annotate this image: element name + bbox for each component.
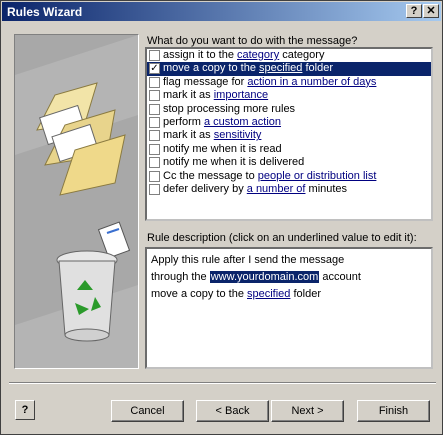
actions-listbox[interactable]: assign it to the category category ✓ move … (145, 47, 433, 221)
action-text: perform (163, 115, 204, 128)
specified-folder-link[interactable]: specified (247, 288, 290, 300)
action-item[interactable]: stop processing more rules (147, 103, 431, 116)
action-text: notify me when it is delivered (163, 156, 305, 169)
description-line-3-suffix: folder (290, 288, 321, 300)
action-link[interactable]: a number of (247, 183, 306, 195)
description-line-3: move a copy to the specified folder (151, 286, 427, 303)
action-text-suffix: minutes (305, 182, 348, 195)
action-item[interactable]: defer delivery by a number of minutes (147, 183, 431, 196)
action-text: move a copy to the (163, 62, 259, 75)
action-checkbox[interactable] (149, 50, 160, 61)
cancel-button[interactable]: Cancel (111, 400, 184, 422)
action-text: flag message for (163, 75, 248, 88)
close-button[interactable]: ✕ (423, 4, 439, 18)
action-link[interactable]: category (237, 49, 279, 61)
action-checkbox[interactable] (149, 103, 160, 115)
action-checkbox[interactable] (149, 90, 160, 102)
action-checkbox[interactable] (149, 76, 160, 88)
action-text: Cc the message to (163, 169, 258, 182)
button-separator (9, 382, 436, 384)
description-line-2-prefix: through the (151, 271, 210, 283)
action-link[interactable]: importance (214, 89, 268, 101)
finish-button[interactable]: Finish (357, 400, 430, 422)
action-link[interactable]: sensitivity (214, 129, 262, 141)
description-line-2-suffix: account (319, 271, 361, 283)
action-text: defer delivery by (163, 182, 247, 195)
action-item[interactable]: ✓ move a copy to the specified folder (147, 62, 431, 76)
rule-description-box: Apply this rule after I send the message… (145, 247, 433, 369)
action-item[interactable]: notify me when it is delivered (147, 156, 431, 169)
rules-wizard-window: Rules Wizard ? ✕ What do you want to do … (0, 0, 443, 435)
back-button[interactable]: < Back (196, 400, 269, 422)
question-text: What do you want to do with the message? (147, 35, 358, 47)
action-text: mark it as (163, 89, 214, 102)
action-checkbox[interactable] (149, 143, 160, 155)
action-checkbox[interactable]: ✓ (149, 63, 160, 75)
account-link[interactable]: www.yourdomain.com (209, 271, 320, 283)
description-line-2: through the www.yourdomain.com account (151, 269, 427, 286)
folders-trash-illustration (15, 35, 138, 368)
action-text-suffix: category (279, 49, 325, 61)
action-text: assign it to the (163, 49, 237, 61)
wizard-illustration (14, 34, 139, 369)
action-checkbox[interactable] (149, 170, 160, 182)
action-link[interactable]: people or distribution list (258, 170, 377, 182)
help-button[interactable]: ? (15, 400, 35, 420)
action-item[interactable]: notify me when it is read (147, 143, 431, 156)
window-title: Rules Wizard (7, 5, 83, 19)
action-item[interactable]: perform a custom action (147, 116, 431, 129)
action-item[interactable]: flag message for action in a number of d… (147, 76, 431, 89)
action-text-suffix: folder (302, 62, 333, 75)
action-checkbox[interactable] (149, 183, 160, 195)
question-label: What do you want to do with the message? (147, 35, 357, 47)
action-text: notify me when it is read (163, 142, 282, 155)
action-text: stop processing more rules (163, 102, 296, 115)
title-bar: Rules Wizard ? ✕ (2, 2, 441, 21)
action-link[interactable]: action in a number of days (247, 76, 376, 88)
action-link[interactable]: specified (259, 62, 302, 74)
action-item[interactable]: Cc the message to people or distribution… (147, 170, 431, 183)
recycle-bin-icon (56, 250, 118, 342)
next-button[interactable]: Next > (271, 400, 344, 422)
action-checkbox[interactable] (149, 116, 160, 128)
action-text: mark it as (163, 129, 214, 142)
help-title-button[interactable]: ? (406, 4, 422, 18)
action-checkbox[interactable] (149, 157, 160, 169)
description-line-3-prefix: move a copy to the (151, 288, 247, 300)
rule-description-label: Rule description (click on an underlined… (147, 232, 417, 244)
action-item[interactable]: mark it as importance (147, 89, 431, 102)
action-link[interactable]: a custom action (204, 116, 281, 128)
action-checkbox[interactable] (149, 130, 160, 142)
action-item[interactable]: assign it to the category category (147, 49, 431, 62)
description-line-1: Apply this rule after I send the message (151, 254, 345, 266)
action-item[interactable]: mark it as sensitivity (147, 129, 431, 142)
